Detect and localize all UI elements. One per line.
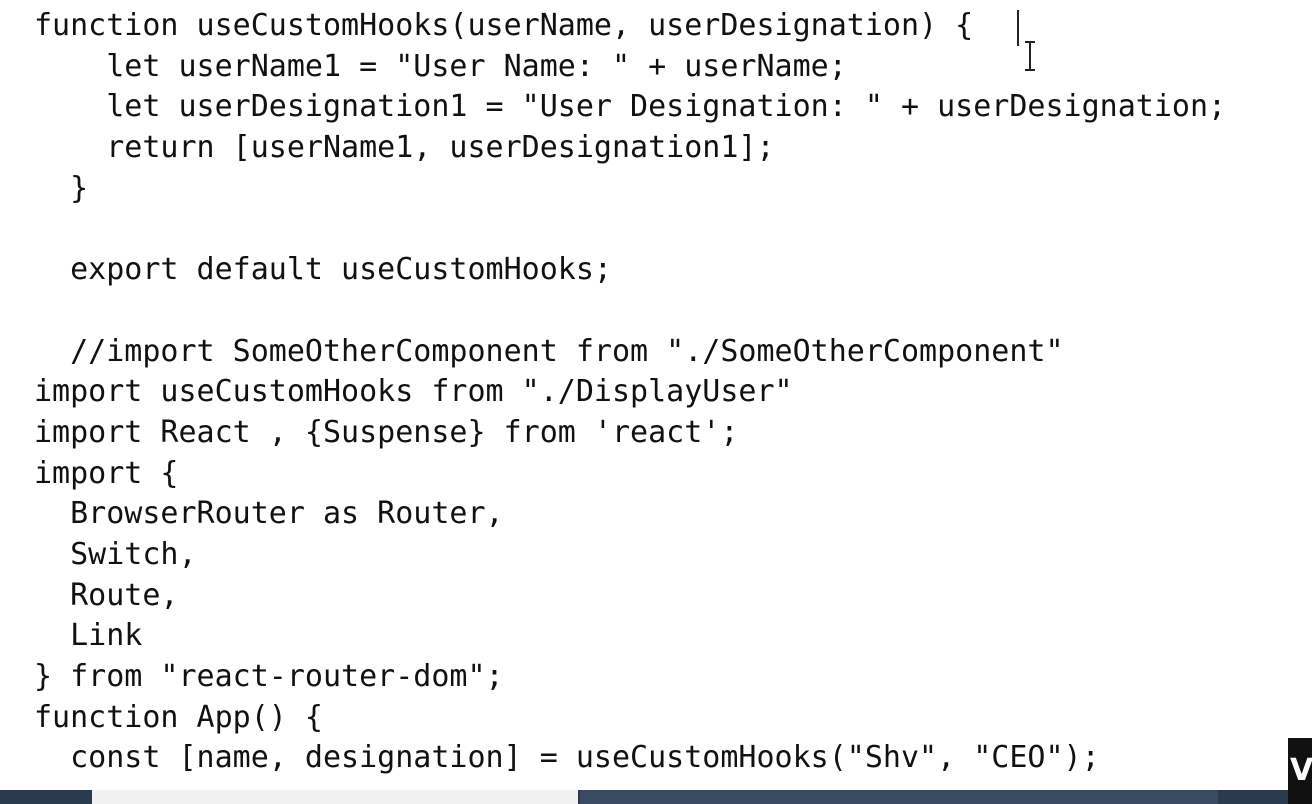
text-caret (1017, 10, 1019, 46)
code-line-9[interactable]: //import SomeOtherComponent from "./Some… (34, 332, 1226, 373)
code-line-5[interactable]: } (34, 169, 1226, 210)
code-block[interactable]: function useCustomHooks(userName, userDe… (34, 6, 1226, 779)
code-line-15[interactable]: Route, (34, 576, 1226, 617)
corner-logo: V (1288, 738, 1312, 804)
code-line-18[interactable]: function App() { (34, 698, 1226, 739)
taskbar-app-tray[interactable] (580, 790, 1218, 804)
code-line-11[interactable]: import React , {Suspense} from 'react'; (34, 413, 1226, 454)
taskbar (0, 790, 1312, 804)
code-line-12[interactable]: import { (34, 454, 1226, 495)
code-line-14[interactable]: Switch, (34, 535, 1226, 576)
code-line-3[interactable]: let userDesignation1 = "User Designation… (34, 87, 1226, 128)
code-line-8[interactable] (34, 291, 1226, 332)
code-editor[interactable]: function useCustomHooks(userName, userDe… (0, 0, 1312, 790)
ibeam-cursor-icon (1025, 41, 1035, 71)
code-line-7[interactable]: export default useCustomHooks; (34, 250, 1226, 291)
code-line-2[interactable]: let userName1 = "User Name: " + userName… (34, 47, 1226, 88)
code-line-13[interactable]: BrowserRouter as Router, (34, 494, 1226, 535)
corner-logo-letter: V (1290, 753, 1312, 788)
code-line-10[interactable]: import useCustomHooks from "./DisplayUse… (34, 372, 1226, 413)
taskbar-search-box[interactable] (92, 790, 578, 804)
code-line-6[interactable] (34, 209, 1226, 250)
code-line-17[interactable]: } from "react-router-dom"; (34, 657, 1226, 698)
code-line-1[interactable]: function useCustomHooks(userName, userDe… (34, 6, 1226, 47)
code-line-19[interactable]: const [name, designation] = useCustomHoo… (34, 738, 1226, 779)
code-line-4[interactable]: return [userName1, userDesignation1]; (34, 128, 1226, 169)
code-line-16[interactable]: Link (34, 616, 1226, 657)
